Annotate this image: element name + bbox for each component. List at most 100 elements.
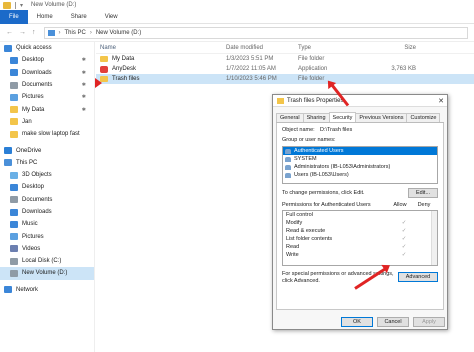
tab-previous-versions[interactable]: Previous Versions — [355, 113, 408, 122]
pin-icon: ✱ — [81, 106, 86, 113]
sidebar-item[interactable]: 3D Objects — [0, 169, 94, 181]
sidebar-item[interactable]: New Volume (D:) — [0, 267, 94, 280]
sidebar-item[interactable]: OneDrive — [0, 144, 94, 156]
tab-share[interactable]: Share — [62, 10, 96, 24]
sidebar-item[interactable]: Pictures ✱ — [0, 91, 94, 103]
ribbon: File Home Share View — [0, 9, 474, 24]
group-list[interactable]: Authenticated Users SYSTEM Administrators … — [282, 146, 438, 184]
sidebar-item[interactable]: Desktop ✱ — [0, 54, 94, 66]
breadcrumb-new-volume[interactable]: New Volume (D:) — [96, 30, 141, 36]
forward-arrow-icon[interactable]: → — [19, 29, 26, 36]
edit-row: To change permissions, click Edit. Edit.… — [282, 188, 438, 198]
cancel-button[interactable]: Cancel — [377, 317, 409, 327]
edit-button[interactable]: Edit... — [408, 188, 438, 198]
sidebar-item[interactable]: Downloads ✱ — [0, 67, 94, 79]
sidebar-item-icon — [10, 93, 18, 101]
sidebar-item-label: This PC — [16, 159, 38, 166]
permission-row: Read & execute ✓ — [283, 227, 437, 235]
breadcrumb-this-pc[interactable]: This PC — [65, 30, 86, 36]
sidebar-item-icon — [10, 269, 18, 277]
group-item[interactable]: Authenticated Users — [283, 147, 437, 155]
chevron-right-icon: › — [89, 29, 92, 36]
quick-access-toolbar[interactable]: ▾ — [20, 2, 23, 9]
tab-home[interactable]: Home — [28, 10, 62, 24]
file-row[interactable]: Trash files 1/10/2023 5:46 PM File folder — [96, 74, 474, 84]
permission-name: Full control — [286, 212, 313, 218]
group-item[interactable]: SYSTEM — [283, 155, 437, 163]
column-size[interactable]: Size — [366, 45, 416, 51]
sidebar-item-label: OneDrive — [16, 147, 42, 154]
users-icon — [285, 156, 291, 162]
sidebar-item[interactable]: Quick access — [0, 42, 94, 54]
users-icon — [285, 172, 291, 178]
file-name: AnyDesk — [112, 66, 137, 72]
tab-customize[interactable]: Customize — [406, 113, 441, 122]
up-arrow-icon[interactable]: ↑ — [32, 29, 36, 36]
address-bar[interactable]: › This PC › New Volume (D:) — [43, 26, 468, 39]
sidebar-item[interactable]: Local Disk (C:) — [0, 255, 94, 267]
sidebar-item-label: Pictures — [22, 233, 44, 240]
tab-file[interactable]: File — [0, 9, 28, 24]
column-date-modified[interactable]: Date modified — [226, 45, 298, 51]
permission-row: Modify ✓ — [283, 219, 437, 227]
column-type[interactable]: Type — [298, 45, 366, 51]
column-name[interactable]: Name — [96, 45, 226, 51]
close-icon[interactable]: ✕ — [435, 97, 447, 105]
permissions-label: Permissions for Authenticated Users — [282, 202, 371, 208]
dialog-footer: OK Cancel Apply — [273, 317, 449, 327]
users-icon — [285, 148, 291, 154]
sidebar-item-icon — [10, 106, 18, 114]
sidebar-item[interactable]: Documents ✱ — [0, 79, 94, 91]
tab-security[interactable]: Security — [328, 112, 357, 122]
sidebar-item[interactable]: This PC — [0, 157, 94, 169]
divider — [15, 1, 16, 9]
ok-button[interactable]: OK — [341, 317, 373, 327]
apply-button[interactable]: Apply — [413, 317, 445, 327]
sidebar-item-label: Jan — [22, 118, 32, 125]
sidebar-item-label: My Data — [22, 106, 45, 113]
sidebar-item-icon — [4, 147, 12, 155]
pin-icon: ✱ — [81, 69, 86, 76]
sidebar-item-label: Downloads — [22, 69, 52, 76]
allow-check: ✓ — [401, 228, 407, 234]
sidebar-item[interactable]: make slow laptop fast — [0, 128, 94, 140]
sidebar-item[interactable]: Jan — [0, 116, 94, 128]
pin-icon: ✱ — [81, 94, 86, 101]
sidebar-item[interactable]: Music — [0, 218, 94, 230]
scrollbar[interactable] — [431, 211, 437, 265]
tab-sharing[interactable]: Sharing — [302, 113, 330, 122]
permission-name: Modify — [286, 220, 303, 226]
permission-row: Write ✓ — [283, 251, 437, 259]
tab-view[interactable]: View — [96, 10, 127, 24]
sidebar-item[interactable]: My Data ✱ — [0, 103, 94, 115]
sidebar-item[interactable]: Network — [0, 284, 94, 296]
advanced-button[interactable]: Advanced — [398, 272, 438, 282]
sidebar-item[interactable]: Videos — [0, 243, 94, 255]
sidebar-item-label: 3D Objects — [22, 172, 52, 179]
group-item[interactable]: Administrators (IB-L053\Administrators) — [283, 163, 437, 171]
tab-general[interactable]: General — [276, 113, 304, 122]
window-title: New Volume (D:) — [31, 2, 77, 8]
sidebar-item[interactable]: Documents — [0, 194, 94, 206]
object-name-value: D:\Trash files — [320, 127, 353, 133]
sidebar-item-icon — [10, 208, 18, 216]
group-name: SYSTEM — [294, 156, 317, 162]
sidebar-item-icon — [10, 81, 18, 89]
sidebar-item-icon — [10, 220, 18, 228]
sidebar-item-label: Desktop — [22, 57, 45, 64]
sidebar-item[interactable]: Pictures — [0, 230, 94, 242]
folder-icon — [3, 1, 11, 9]
sidebar-item[interactable]: Downloads — [0, 206, 94, 218]
group-item[interactable]: Users (IB-L053\Users) — [283, 171, 437, 179]
sidebar-item-icon — [10, 196, 18, 204]
sidebar-item-icon — [10, 130, 18, 138]
file-name: Trash files — [112, 76, 140, 82]
sidebar-item[interactable]: Desktop — [0, 181, 94, 193]
sidebar-item-icon — [4, 44, 12, 52]
file-row[interactable]: My Data 1/3/2023 5:51 PM File folder — [96, 54, 474, 64]
back-arrow-icon[interactable]: ← — [6, 29, 13, 36]
dialog-tabs: General Sharing Security Previous Versio… — [276, 112, 444, 123]
file-row[interactable]: AnyDesk 1/7/2022 11:05 AM Application 3,763… — [96, 64, 474, 74]
sidebar-item-label: make slow laptop fast — [22, 131, 80, 138]
permission-name: Write — [286, 252, 299, 258]
